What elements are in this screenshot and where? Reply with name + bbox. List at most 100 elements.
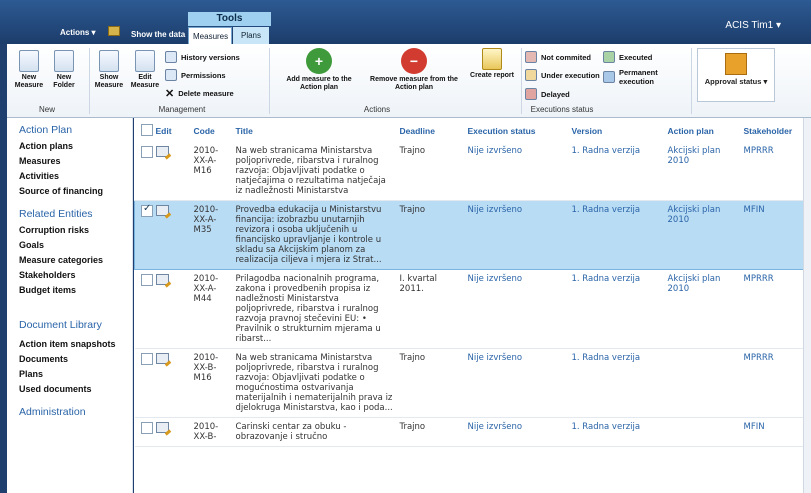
table-row[interactable]: 2010-XX-B-M16 Na web stranicama Ministars… <box>134 349 805 418</box>
sidebar-item-source-of-financing[interactable]: Source of financing <box>19 186 132 196</box>
row-execution-status[interactable]: Nije izvršeno <box>465 201 569 270</box>
under-execution-button[interactable]: Under execution <box>525 69 600 81</box>
row-title[interactable]: Na web stranicama Ministarstva poljopriv… <box>233 142 397 201</box>
row-version[interactable]: 1. Radna verzija <box>569 349 665 418</box>
sidebar-heading-action-plan[interactable]: Action Plan <box>19 124 132 136</box>
column-header-version[interactable]: Version <box>569 118 665 142</box>
row-edit-cell[interactable] <box>153 142 191 201</box>
row-action-plan[interactable] <box>665 349 741 418</box>
row-checkbox[interactable] <box>140 274 153 286</box>
column-header-execution-status[interactable]: Execution status <box>465 118 569 142</box>
edit-icon[interactable] <box>155 353 169 364</box>
sidebar-item-used-documents[interactable]: Used documents <box>19 384 132 394</box>
row-checkbox[interactable] <box>140 353 153 365</box>
row-select-cell[interactable] <box>135 201 153 270</box>
column-header-code[interactable]: Code <box>191 118 233 142</box>
tab-plans[interactable]: Plans <box>233 27 269 44</box>
create-report-button[interactable]: Create report <box>465 48 519 80</box>
select-all-header[interactable] <box>135 118 153 142</box>
tab-measures[interactable]: Measures <box>188 27 232 44</box>
vertical-scrollbar[interactable] <box>803 118 811 493</box>
sidebar-item-corruption-risks[interactable]: Corruption risks <box>19 225 132 235</box>
edit-icon[interactable] <box>155 146 169 157</box>
row-checkbox[interactable] <box>141 204 153 217</box>
row-action-plan[interactable]: Akcijski plan 2010 <box>665 142 741 201</box>
table-row[interactable]: 2010-XX-B- Carinski centar za obuku - obr… <box>134 418 805 447</box>
row-edit-cell[interactable] <box>153 270 191 349</box>
user-menu[interactable]: ACIS Tim1 ▾ <box>725 20 781 31</box>
sidebar-item-goals[interactable]: Goals <box>19 240 132 250</box>
row-edit-cell[interactable] <box>153 201 191 270</box>
permanent-execution-button[interactable]: Permanent execution <box>603 68 683 86</box>
sidebar-item-plans[interactable]: Plans <box>19 369 132 379</box>
row-edit-cell[interactable] <box>153 418 191 447</box>
row-version[interactable]: 1. Radna verzija <box>569 142 665 201</box>
row-version[interactable]: 1. Radna verzija <box>569 418 665 447</box>
sidebar-item-measure-categories[interactable]: Measure categories <box>19 255 132 265</box>
row-checkbox[interactable] <box>140 146 153 158</box>
sidebar-item-stakeholders[interactable]: Stakeholders <box>19 270 132 280</box>
row-action-plan[interactable]: Akcijski plan 2010 <box>665 201 741 270</box>
row-execution-status[interactable]: Nije izvršeno <box>465 270 569 349</box>
row-action-plan[interactable] <box>665 418 741 447</box>
row-title[interactable]: Na web stranicama Ministarstva poljopriv… <box>233 349 397 418</box>
row-stakeholder[interactable]: MFIN <box>741 418 805 447</box>
row-stakeholder[interactable]: MPRRR <box>741 142 805 201</box>
permissions-button[interactable]: Permissions <box>165 69 226 81</box>
column-header-deadline[interactable]: Deadline <box>397 118 465 142</box>
sidebar-heading-document-library[interactable]: Document Library <box>19 319 132 331</box>
edit-icon[interactable] <box>155 274 169 285</box>
sidebar-item-action-item-snapshots[interactable]: Action item snapshots <box>19 339 132 349</box>
row-edit-cell[interactable] <box>153 349 191 418</box>
sidebar-item-documents[interactable]: Documents <box>19 354 132 364</box>
column-header-title[interactable]: Title <box>233 118 397 142</box>
row-select-cell[interactable] <box>135 270 153 349</box>
column-header-stakeholder[interactable]: Stakeholder <box>741 118 805 142</box>
approval-status-button[interactable]: Approval status ▾ <box>697 48 775 102</box>
show-measure-button[interactable]: Show Measure <box>93 50 125 90</box>
executed-button[interactable]: Executed <box>603 51 652 63</box>
column-header-action-plan[interactable]: Action plan <box>665 118 741 142</box>
new-measure-button[interactable]: New Measure <box>13 50 45 90</box>
folder-icon[interactable] <box>108 26 120 36</box>
row-stakeholder[interactable]: MFIN <box>741 201 805 270</box>
row-title[interactable]: Carinski centar za obuku - obrazovanje i… <box>233 418 397 447</box>
sidebar-heading-related-entities[interactable]: Related Entities <box>19 208 132 220</box>
sidebar-item-activities[interactable]: Activities <box>19 171 132 181</box>
edit-icon[interactable] <box>155 422 169 433</box>
table-row[interactable]: 2010-XX-A-M16 Na web stranicama Ministars… <box>134 142 805 201</box>
row-stakeholder[interactable]: MPRRR <box>741 270 805 349</box>
sidebar-heading-administration[interactable]: Administration <box>19 406 132 418</box>
row-version[interactable]: 1. Radna verzija <box>569 201 665 270</box>
delayed-button[interactable]: Delayed <box>525 88 570 100</box>
delete-measure-button[interactable]: ✕ Delete measure <box>165 87 234 100</box>
row-select-cell[interactable] <box>135 349 153 418</box>
row-execution-status[interactable]: Nije izvršeno <box>465 142 569 201</box>
sidebar-item-budget-items[interactable]: Budget items <box>19 285 132 295</box>
row-version[interactable]: 1. Radna verzija <box>569 270 665 349</box>
sidebar-item-action-plans[interactable]: Action plans <box>19 141 132 151</box>
column-header-edit[interactable]: Edit <box>153 118 191 142</box>
select-all-checkbox[interactable] <box>140 124 153 136</box>
add-measure-button[interactable]: + Add measure to the Action plan <box>277 48 361 92</box>
actions-menu[interactable]: Actions ▾ <box>60 28 96 37</box>
edit-measure-button[interactable]: Edit Measure <box>129 50 161 90</box>
row-select-cell[interactable] <box>135 142 153 201</box>
history-versions-button[interactable]: History versions <box>165 51 240 63</box>
new-folder-button[interactable]: New Folder <box>49 50 79 90</box>
remove-measure-button[interactable]: − Remove measure from the Action plan <box>369 48 459 92</box>
table-row[interactable]: 2010-XX-A-M35 Provedba edukacija u Minist… <box>134 200 805 270</box>
edit-icon[interactable] <box>155 205 169 216</box>
row-select-cell[interactable] <box>135 418 153 447</box>
row-title[interactable]: Prilagodba nacionalnih programa, zakona … <box>233 270 397 349</box>
row-checkbox[interactable] <box>140 422 153 434</box>
row-title[interactable]: Provedba edukacija u Ministarstvu financ… <box>233 201 397 270</box>
row-stakeholder[interactable]: MPRRR <box>741 349 805 418</box>
row-execution-status[interactable]: Nije izvršeno <box>465 349 569 418</box>
row-execution-status[interactable]: Nije izvršeno <box>465 418 569 447</box>
not-committed-button[interactable]: Not commited <box>525 51 591 63</box>
table-row[interactable]: 2010-XX-A-M44 Prilagodba nacionalnih prog… <box>134 270 805 349</box>
show-data-button[interactable]: Show the data <box>131 30 185 39</box>
row-action-plan[interactable]: Akcijski plan 2010 <box>665 270 741 349</box>
sidebar-item-measures[interactable]: Measures <box>19 156 132 166</box>
